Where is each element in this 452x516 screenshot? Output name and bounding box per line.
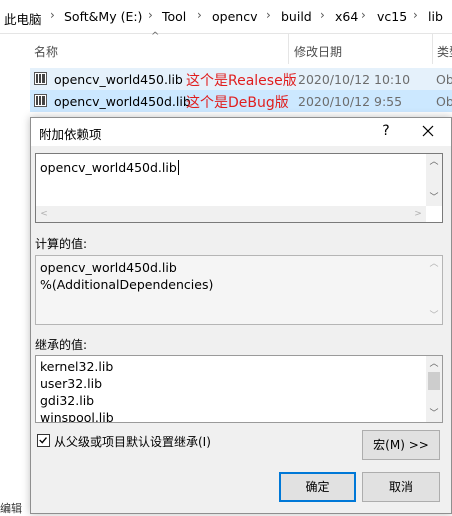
inherited-vertical-scrollbar[interactable]: ︿ ﹀: [426, 356, 442, 422]
scroll-up-icon[interactable]: ︿: [426, 154, 442, 170]
checkmark-icon: [39, 437, 47, 444]
navigation-pane: [0, 64, 30, 514]
breadcrumb-separator: ›: [148, 8, 153, 22]
file-date: 2020/10/12 10:10: [298, 72, 411, 87]
file-date: 2020/10/12 9:55: [298, 94, 403, 109]
breadcrumb-separator: ›: [266, 8, 271, 22]
scroll-down-icon[interactable]: ﹀: [426, 406, 442, 422]
dialog-title: 附加依赖项: [39, 127, 102, 142]
file-type: Ob: [436, 72, 452, 87]
lib-file-icon: [34, 94, 47, 107]
file-row[interactable]: opencv_world450d.lib 这个是DeBug版 2020/10/1…: [30, 90, 452, 112]
breadcrumb-opencv[interactable]: opencv: [212, 9, 257, 24]
lib-file-icon: [34, 72, 47, 85]
evaluated-value-box: opencv_world450d.lib %(AdditionalDepende…: [35, 255, 443, 325]
file-annotation: 这个是DeBug版: [186, 95, 289, 111]
cancel-button[interactable]: 取消: [362, 472, 440, 502]
breadcrumb-separator: ›: [197, 8, 202, 22]
address-bar[interactable]: 此电脑 › Soft&My (E:) › Tool › opencv › bui…: [0, 0, 452, 34]
additional-dependencies-dialog: 附加依赖项 ? opencv_world450d.lib ︿ ﹀ < > 计算的…: [30, 117, 452, 514]
breadcrumb-drive[interactable]: Soft&My (E:): [64, 9, 142, 24]
breadcrumb-this-pc[interactable]: 此电脑: [4, 9, 42, 28]
macro-button[interactable]: 宏(M) >>: [362, 430, 440, 460]
inherit-checkbox-label[interactable]: 从父级或项目默认设置继承(I): [54, 433, 211, 450]
column-header-bar: 名称 修改日期 类型: [0, 34, 452, 64]
close-icon[interactable]: [416, 120, 440, 142]
inherited-values-label: 继承的值:: [35, 338, 88, 352]
help-button[interactable]: ?: [376, 121, 396, 141]
breadcrumb-separator: ›: [361, 8, 366, 22]
sort-caret-icon: ^: [151, 31, 160, 42]
input-horizontal-scrollbar[interactable]: < >: [36, 206, 426, 222]
column-divider[interactable]: [432, 34, 433, 64]
evaluated-vertical-scrollbar[interactable]: ︿ ﹀: [426, 256, 442, 324]
breadcrumb-build[interactable]: build: [281, 9, 312, 24]
input-vertical-scrollbar[interactable]: ︿ ﹀: [426, 154, 442, 206]
scroll-down-icon[interactable]: ﹀: [426, 190, 442, 206]
breadcrumb-x64[interactable]: x64: [335, 9, 358, 24]
evaluated-value-label: 计算的值:: [35, 237, 88, 251]
file-row[interactable]: opencv_world450.lib 这个是Realese版 2020/10/…: [30, 68, 452, 90]
scroll-down-icon[interactable]: ﹀: [426, 308, 442, 324]
breadcrumb-separator: ›: [50, 8, 55, 22]
evaluated-line: %(AdditionalDependencies): [40, 277, 214, 292]
column-divider[interactable]: [288, 34, 289, 64]
scroll-up-icon[interactable]: ︿: [426, 356, 442, 372]
inherited-line: user32.lib: [40, 376, 103, 391]
ok-button[interactable]: 确定: [279, 472, 356, 502]
inherited-line: gdi32.lib: [40, 393, 95, 408]
evaluated-line: opencv_world450d.lib: [40, 260, 177, 275]
inherited-line: kernel32.lib: [40, 359, 114, 374]
breadcrumb-separator: ›: [413, 8, 418, 22]
dependencies-input-value: opencv_world450d.lib: [40, 160, 179, 175]
breadcrumb-separator: ›: [320, 8, 325, 22]
file-annotation: 这个是Realese版: [186, 73, 297, 89]
file-name: opencv_world450.lib: [54, 72, 183, 87]
breadcrumb-tool[interactable]: Tool: [162, 9, 186, 24]
file-name: opencv_world450d.lib: [54, 94, 191, 109]
scroll-right-icon[interactable]: >: [410, 206, 426, 222]
scroll-up-icon[interactable]: ︿: [426, 256, 442, 272]
breadcrumb-vc15[interactable]: vc15: [377, 9, 407, 24]
breadcrumb-lib[interactable]: lib: [428, 9, 443, 24]
dialog-title-bar[interactable]: 附加依赖项 ?: [31, 118, 451, 146]
inherited-values-list: kernel32.lib user32.lib gdi32.lib winspo…: [35, 355, 443, 423]
inherited-line: winspool.lib: [40, 410, 114, 423]
scroll-left-icon[interactable]: <: [36, 206, 52, 222]
column-header-modified[interactable]: 修改日期: [294, 43, 342, 60]
column-header-name[interactable]: 名称: [34, 43, 58, 60]
scroll-thumb[interactable]: [428, 372, 440, 390]
inherit-checkbox[interactable]: [37, 434, 50, 447]
column-header-type[interactable]: 类型: [437, 43, 452, 60]
dependencies-input[interactable]: opencv_world450d.lib ︿ ﹀ < >: [35, 153, 443, 223]
file-type: Ob: [436, 94, 452, 109]
